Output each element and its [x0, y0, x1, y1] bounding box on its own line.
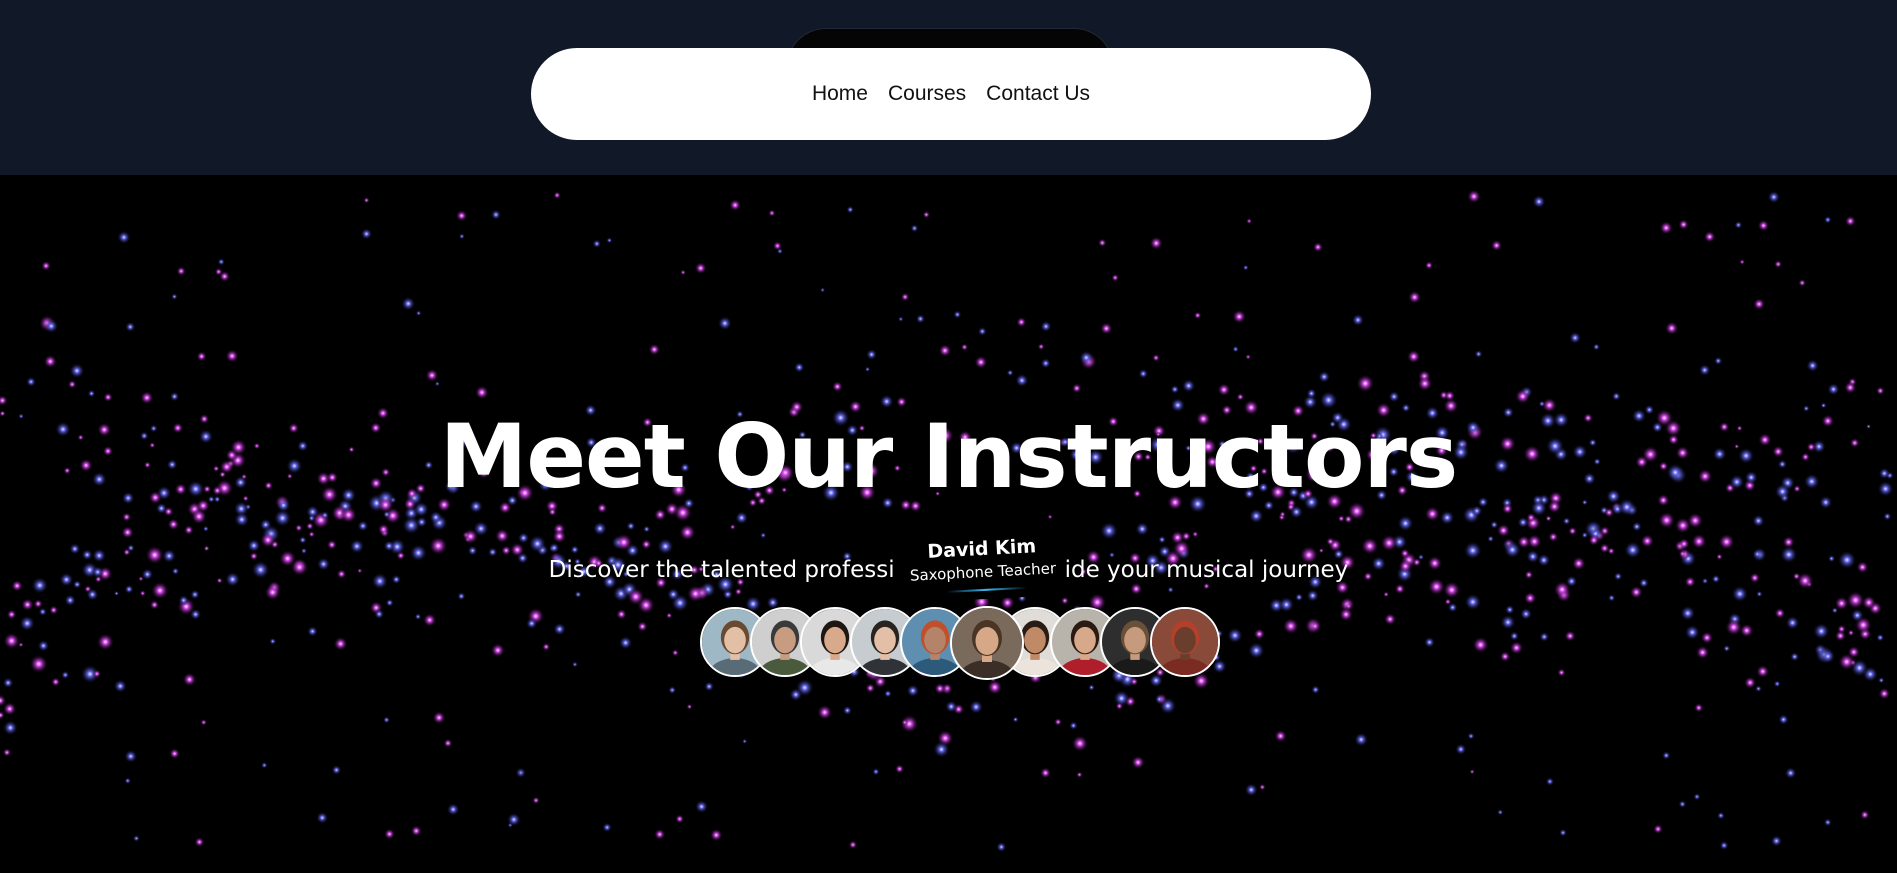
hero-subtitle-end: ide your musical journey — [1064, 557, 1349, 583]
avatar-portrait — [952, 608, 1022, 678]
avatar-portrait — [1152, 609, 1218, 675]
nav-link-contact-us[interactable]: Contact Us — [986, 82, 1090, 106]
hero-title: Meet Our Instructors — [439, 405, 1458, 508]
tooltip-accent-line — [946, 586, 1027, 593]
hero-section: Meet Our Instructors Discover the talent… — [0, 175, 1897, 873]
instructor-avatar-list — [700, 606, 1220, 680]
main-nav: Home Courses Contact Us — [531, 48, 1371, 140]
instructor-avatar[interactable] — [1150, 607, 1220, 677]
hero-subtitle-start: Discover the talented professi — [548, 557, 895, 583]
instructor-tooltip: David Kim Saxophone Teacher — [898, 522, 1067, 604]
instructor-avatar[interactable] — [950, 606, 1024, 680]
nav-link-courses[interactable]: Courses — [888, 82, 966, 106]
nav-link-home[interactable]: Home — [812, 82, 868, 106]
top-band: Home Courses Contact Us — [0, 0, 1897, 175]
particle-background — [0, 175, 1897, 873]
